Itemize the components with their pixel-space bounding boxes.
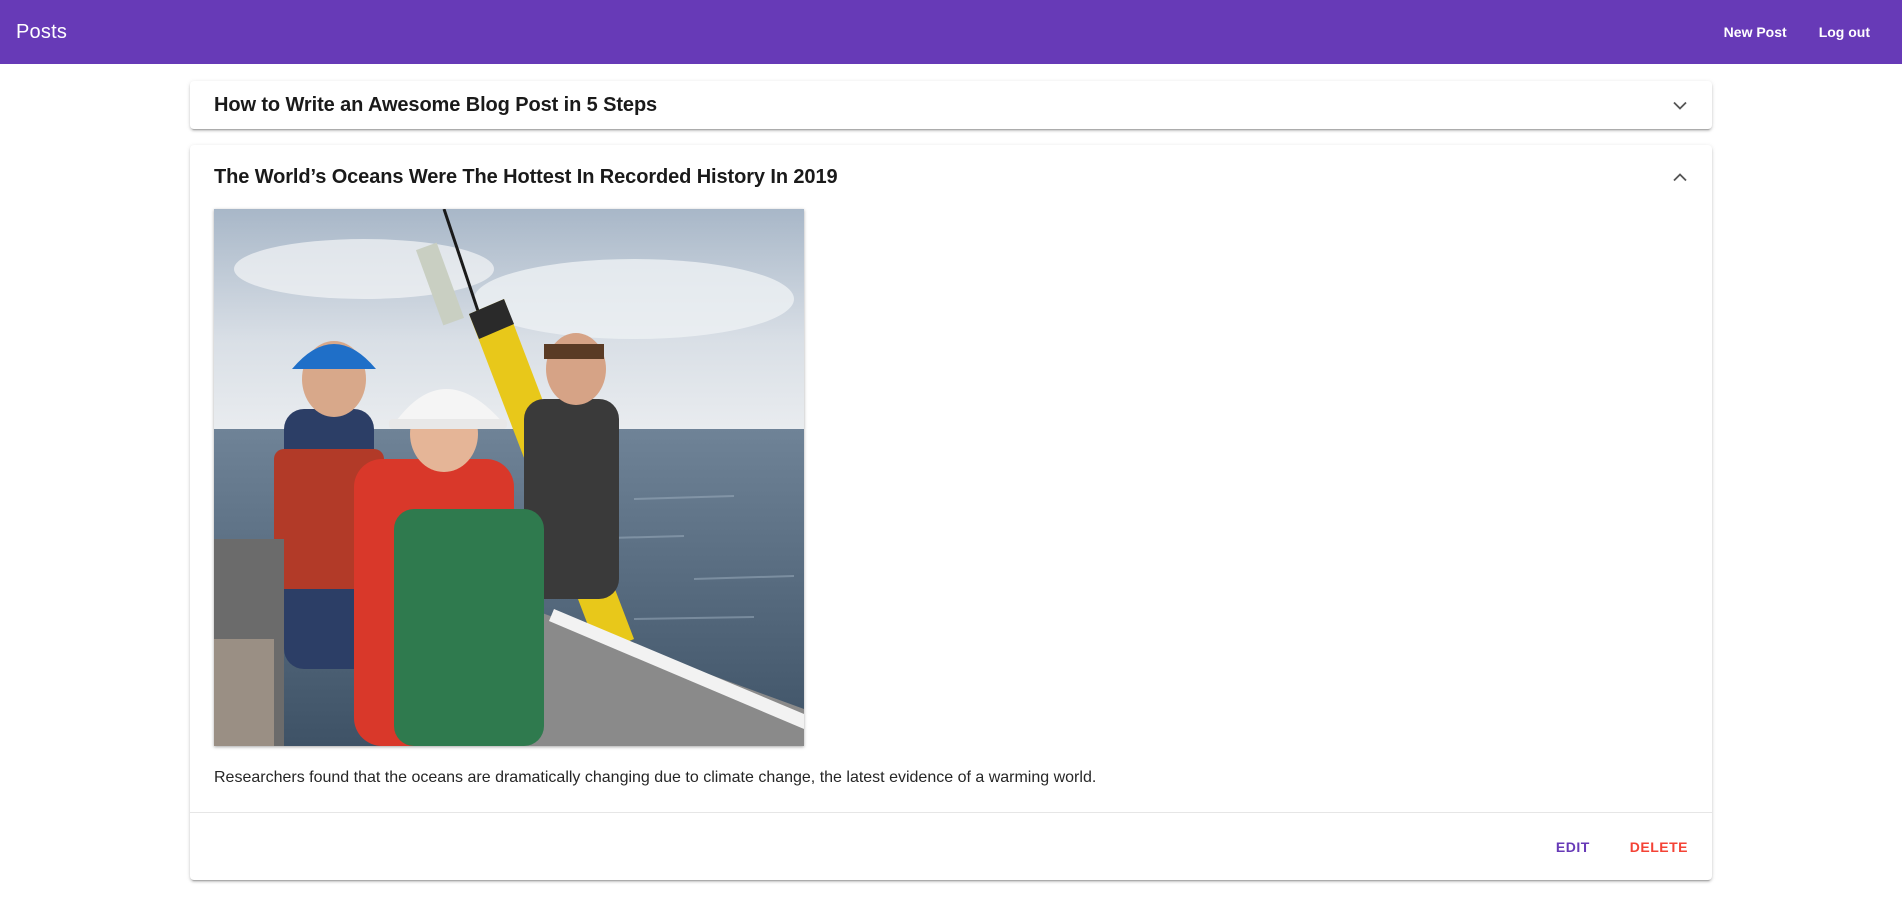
chevron-down-icon[interactable] <box>1672 97 1688 113</box>
post-panel-header[interactable]: The World’s Oceans Were The Hottest In R… <box>190 145 1712 209</box>
delete-button[interactable]: DELETE <box>1614 829 1704 865</box>
app-title: Posts <box>16 20 68 43</box>
top-app-bar: Posts New Post Log out <box>0 0 1902 64</box>
chevron-up-icon[interactable] <box>1672 169 1688 185</box>
new-post-button[interactable]: New Post <box>1708 14 1803 50</box>
post-panel: The World’s Oceans Were The Hottest In R… <box>190 145 1712 880</box>
post-actions: EDIT DELETE <box>190 812 1712 880</box>
post-panel: How to Write an Awesome Blog Post in 5 S… <box>190 81 1712 129</box>
ocean-research-photo <box>214 209 804 746</box>
edit-button[interactable]: EDIT <box>1540 829 1606 865</box>
posts-list: How to Write an Awesome Blog Post in 5 S… <box>190 81 1712 896</box>
post-title: The World’s Oceans Were The Hottest In R… <box>214 165 838 188</box>
post-text: Researchers found that the oceans are dr… <box>214 769 1097 786</box>
logout-button[interactable]: Log out <box>1803 14 1886 50</box>
post-body: Researchers found that the oceans are dr… <box>190 209 1712 812</box>
post-title: How to Write an Awesome Blog Post in 5 S… <box>214 93 658 116</box>
post-image <box>214 209 804 746</box>
post-panel-header[interactable]: How to Write an Awesome Blog Post in 5 S… <box>190 81 1712 129</box>
